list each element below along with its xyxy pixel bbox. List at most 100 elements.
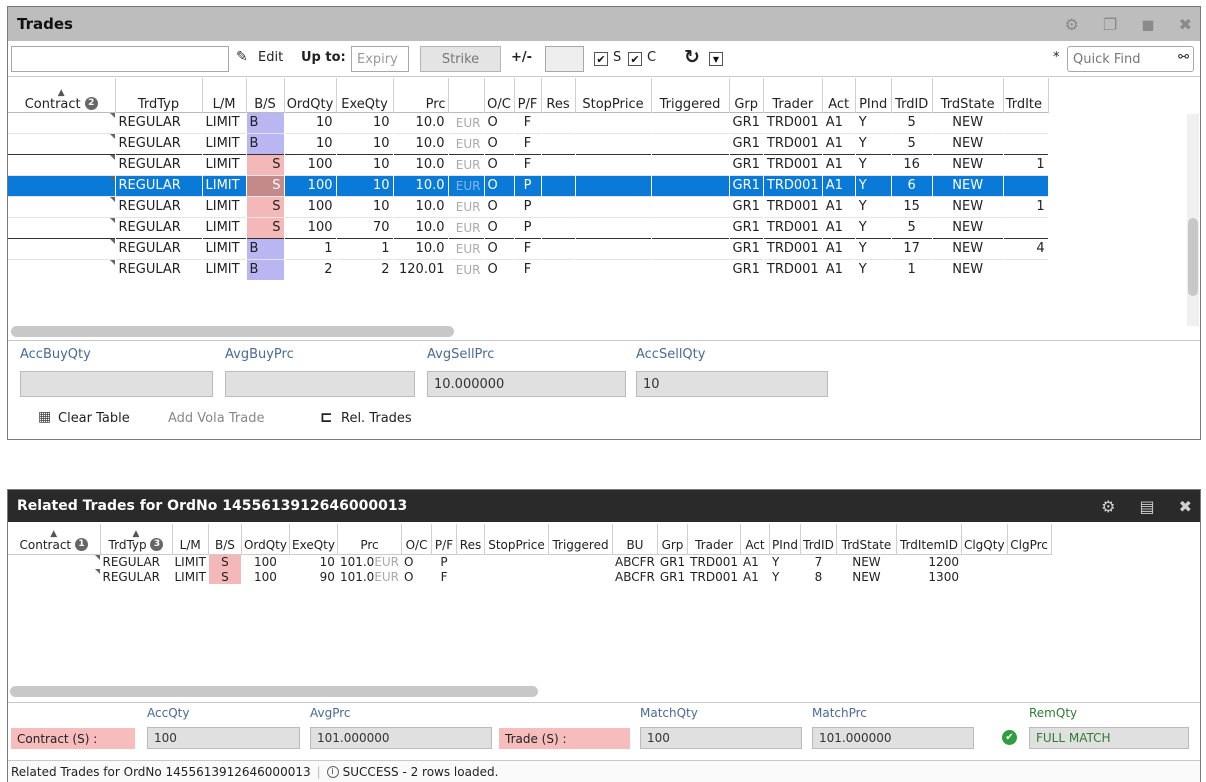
cell-prc[interactable]: 10.0 <box>393 196 448 217</box>
cell-triggered[interactable] <box>549 554 613 569</box>
cell-stopprice[interactable] <box>485 554 549 569</box>
cell-lm[interactable]: LIMIT <box>202 217 246 238</box>
cell-trdstate[interactable]: NEW <box>836 554 896 569</box>
cell-trdite[interactable]: 1 <box>1003 154 1048 175</box>
cell-exeqty[interactable]: 10 <box>336 175 393 196</box>
vertical-scrollbar[interactable] <box>1187 114 1199 326</box>
cell-trader[interactable]: TRD001 <box>688 554 741 569</box>
dropdown-arrow-icon[interactable]: ▼ <box>709 52 723 66</box>
cell-lm[interactable]: LIMIT <box>202 196 246 217</box>
cell-lm[interactable]: LIMIT <box>172 554 208 569</box>
cell-trdstate[interactable]: NEW <box>932 133 1003 154</box>
cell-pf[interactable]: P <box>514 175 541 196</box>
cell-trdid[interactable]: 5 <box>891 112 932 133</box>
binoculars-icon[interactable]: ⚯ <box>1178 50 1189 65</box>
cell-act[interactable]: A1 <box>822 112 855 133</box>
maximize-icon[interactable]: ◼ <box>1141 15 1154 34</box>
cell-ordqty[interactable]: 10 <box>284 112 336 133</box>
col-pf[interactable]: P/F <box>514 78 542 112</box>
cell-res[interactable] <box>457 554 485 569</box>
cell-bs[interactable]: S <box>208 554 242 569</box>
cell-trdid[interactable]: 8 <box>800 569 836 584</box>
cell-trdstate[interactable]: NEW <box>932 154 1003 175</box>
table-row[interactable]: REGULAR LIMIT B 1 1 10.0 EUR O F GR1 TRD001 A1 Y 17 NE… <box>8 238 1049 259</box>
cell-res[interactable] <box>541 133 575 154</box>
cell-pf[interactable]: P <box>432 554 457 569</box>
dock-icon[interactable]: ▤ <box>1139 497 1154 516</box>
vertical-scroll-thumb[interactable] <box>1188 218 1198 296</box>
col-clgqty[interactable]: ClgQty <box>961 524 1008 554</box>
col-trditemid[interactable]: TrdItemID <box>896 524 962 554</box>
cell-triggered[interactable] <box>651 133 729 154</box>
cell-res[interactable] <box>541 238 575 259</box>
col-trdstate[interactable]: TrdState <box>932 78 1004 112</box>
cell-grp[interactable]: GR1 <box>729 238 763 259</box>
cell-bu[interactable]: ABCFR <box>613 569 658 584</box>
cell-grp[interactable]: GR1 <box>729 112 763 133</box>
cell-exeqty[interactable]: 90 <box>290 569 338 584</box>
s-checkbox[interactable]: ✔ <box>594 52 608 66</box>
close-icon[interactable]: ✖ <box>1179 15 1192 34</box>
cell-clgprc[interactable] <box>1007 569 1051 584</box>
cell-triggered[interactable] <box>651 175 729 196</box>
cell-prc[interactable]: 101.0EUR <box>337 569 401 584</box>
cell-prc[interactable]: 10.0 <box>393 154 448 175</box>
cell-bs[interactable]: B <box>246 133 284 154</box>
cell-trdstate[interactable]: NEW <box>932 196 1003 217</box>
cell-pind[interactable]: Y <box>855 217 891 238</box>
cell-contract[interactable] <box>8 217 115 238</box>
cell-pind[interactable]: Y <box>855 259 891 280</box>
cell-pind[interactable]: Y <box>855 133 891 154</box>
col-act[interactable]: Act <box>822 78 856 112</box>
cell-pind[interactable]: Y <box>855 112 891 133</box>
col-res[interactable]: Res <box>456 524 486 554</box>
clear-table-icon[interactable]: ▦ <box>38 409 51 425</box>
cell-trdstate[interactable]: NEW <box>932 112 1003 133</box>
cell-trdite[interactable] <box>1003 112 1048 133</box>
quick-find-input[interactable]: Quick Find ⚯ <box>1067 46 1194 72</box>
col-pf[interactable]: P/F <box>431 524 458 554</box>
cell-trader[interactable]: TRD001 <box>688 569 741 584</box>
col-grp[interactable]: Grp <box>729 78 764 112</box>
cell-trdtyp[interactable]: REGULAR <box>115 217 202 238</box>
cell-oc[interactable]: O <box>402 554 432 569</box>
col-trader[interactable]: Trader <box>687 524 741 554</box>
col-pind[interactable]: PInd <box>769 524 801 554</box>
plusminus-input[interactable] <box>545 46 584 72</box>
cell-trdid[interactable]: 6 <box>891 175 933 196</box>
cell-triggered[interactable] <box>549 569 613 584</box>
refresh-icon[interactable]: ↻ <box>684 46 700 68</box>
cell-currency[interactable]: EUR <box>448 259 484 280</box>
cell-stopprice[interactable] <box>575 196 651 217</box>
cell-lm[interactable]: LIMIT <box>202 133 246 154</box>
col-bs[interactable]: B/S <box>246 78 285 112</box>
col-trdstate[interactable]: TrdState <box>836 524 897 554</box>
cell-exeqty[interactable]: 1 <box>336 238 393 259</box>
cell-contract[interactable] <box>8 133 115 154</box>
cell-bu[interactable]: ABCFR <box>613 554 658 569</box>
col-lm[interactable]: L/M <box>202 78 247 112</box>
cell-pf[interactable]: F <box>514 259 541 280</box>
cell-oc[interactable]: O <box>402 569 432 584</box>
col-triggered[interactable]: Triggered <box>651 78 730 112</box>
cell-stopprice[interactable] <box>575 112 651 133</box>
cell-trdite[interactable] <box>1003 217 1048 238</box>
cell-trdstate[interactable]: NEW <box>932 217 1003 238</box>
table-row[interactable]: REGULAR LIMIT S 100 10 101.0EUR O P ABCFR GR1 TRD0… <box>8 554 1051 569</box>
table-row[interactable]: REGULAR LIMIT S 100 70 10.0 EUR O P GR1 TRD001 A1 Y 5… <box>8 217 1049 238</box>
cell-act[interactable]: A1 <box>822 175 856 196</box>
cell-currency[interactable]: EUR <box>448 112 484 133</box>
cell-contract[interactable] <box>8 238 115 259</box>
table-row[interactable]: REGULAR LIMIT B 10 10 10.0 EUR O F GR1 TRD001 A1 Y 5 N… <box>8 112 1049 133</box>
cell-trditemid[interactable]: 1300 <box>896 569 961 584</box>
cell-clgqty[interactable] <box>961 554 1007 569</box>
table-row[interactable]: REGULAR LIMIT S 100 10 10.0 EUR O F GR1 TRD001 A1 Y 1… <box>8 154 1049 175</box>
cell-bs[interactable]: B <box>246 238 284 259</box>
cell-triggered[interactable] <box>651 154 729 175</box>
close-icon[interactable]: ✖ <box>1179 497 1192 516</box>
cell-trdtyp[interactable]: REGULAR <box>115 196 202 217</box>
col-contract[interactable]: ▲ Contract 1 <box>8 524 101 554</box>
col-clgprc[interactable]: ClgPrc <box>1007 524 1052 554</box>
cell-bs[interactable]: S <box>246 175 284 196</box>
cell-contract[interactable] <box>8 175 115 196</box>
